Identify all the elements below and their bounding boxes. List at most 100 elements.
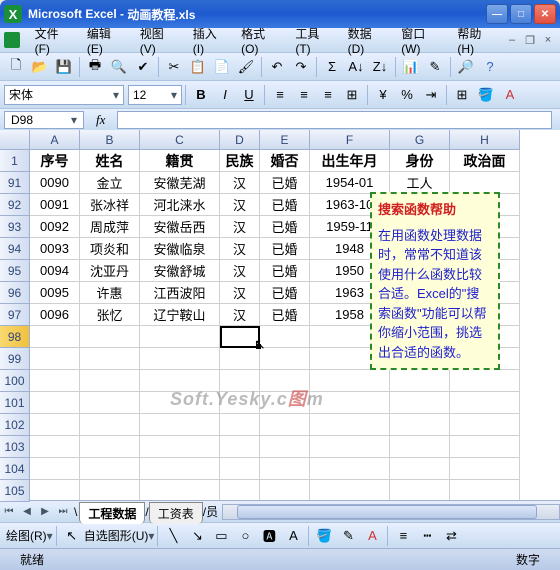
undo-icon[interactable]: ↶ — [266, 56, 288, 78]
format-painter-icon[interactable]: 🖌 — [235, 56, 257, 78]
cell[interactable]: 婚否 — [260, 150, 310, 172]
cell[interactable] — [140, 436, 220, 458]
cell[interactable] — [260, 480, 310, 500]
cell[interactable]: 安徽岳西 — [140, 216, 220, 238]
font-color-icon[interactable]: A — [499, 84, 521, 106]
cell[interactable]: 安徽芜湖 — [140, 172, 220, 194]
row-header[interactable]: 99 — [0, 348, 30, 370]
row-header[interactable]: 101 — [0, 392, 30, 414]
menu-tools[interactable]: 工具(T) — [289, 22, 339, 59]
doc-icon[interactable] — [4, 32, 20, 48]
cell[interactable]: 序号 — [30, 150, 80, 172]
open-icon[interactable]: 📂 — [29, 56, 51, 78]
cell[interactable] — [390, 370, 450, 392]
cell[interactable] — [30, 414, 80, 436]
line-style-icon[interactable]: ≡ — [392, 525, 414, 547]
cell[interactable]: 河北涞水 — [140, 194, 220, 216]
tab-nav-first[interactable]: ⏮ — [0, 504, 18, 520]
sum-icon[interactable]: Σ — [321, 56, 343, 78]
cell[interactable]: 张忆 — [80, 304, 140, 326]
cell[interactable] — [260, 326, 310, 348]
cell[interactable] — [220, 480, 260, 500]
cell[interactable]: 已婚 — [260, 216, 310, 238]
new-icon[interactable]: 🗋 — [5, 56, 27, 78]
cell[interactable] — [390, 392, 450, 414]
tab-nav-last[interactable]: ⏭ — [54, 504, 72, 520]
cell[interactable] — [450, 480, 520, 500]
cell[interactable] — [450, 414, 520, 436]
cell[interactable]: 江西波阳 — [140, 282, 220, 304]
cell[interactable] — [80, 480, 140, 500]
tab-nav-next[interactable]: ▶ — [36, 504, 54, 520]
cell[interactable]: 汉 — [220, 216, 260, 238]
dash-style-icon[interactable]: ┅ — [416, 525, 438, 547]
cell[interactable] — [80, 326, 140, 348]
font-color-icon2[interactable]: A — [361, 525, 383, 547]
currency-icon[interactable]: ¥ — [372, 84, 394, 106]
copy-icon[interactable]: 📋 — [187, 56, 209, 78]
col-header[interactable]: C — [140, 130, 220, 150]
cell[interactable]: 汉 — [220, 194, 260, 216]
help-icon[interactable]: ? — [479, 56, 501, 78]
cell[interactable]: 0090 — [30, 172, 80, 194]
bold-icon[interactable]: B — [190, 84, 212, 106]
menu-window[interactable]: 窗口(W) — [395, 22, 449, 59]
cell[interactable]: 张冰祥 — [80, 194, 140, 216]
cell[interactable]: 民族 — [220, 150, 260, 172]
cell[interactable]: 安徽舒城 — [140, 260, 220, 282]
row-header[interactable]: 93 — [0, 216, 30, 238]
draw-menu[interactable]: 绘图(R) — [6, 527, 47, 544]
oval-icon[interactable]: ○ — [234, 525, 256, 547]
cell[interactable]: 0091 — [30, 194, 80, 216]
menu-insert[interactable]: 插入(I) — [187, 22, 233, 59]
cell[interactable]: 已婚 — [260, 304, 310, 326]
menu-data[interactable]: 数据(D) — [342, 22, 394, 59]
doc-close-button[interactable]: × — [540, 33, 556, 47]
cell[interactable]: 沈亚丹 — [80, 260, 140, 282]
cell[interactable] — [390, 414, 450, 436]
col-header[interactable]: E — [260, 130, 310, 150]
row-header[interactable]: 1 — [0, 150, 30, 172]
menu-edit[interactable]: 编辑(E) — [81, 22, 132, 59]
paste-icon[interactable]: 📄 — [211, 56, 233, 78]
cell[interactable] — [220, 458, 260, 480]
row-header[interactable]: 92 — [0, 194, 30, 216]
cell[interactable] — [220, 326, 260, 348]
cell[interactable]: 安徽临泉 — [140, 238, 220, 260]
row-header[interactable]: 103 — [0, 436, 30, 458]
cut-icon[interactable]: ✂ — [163, 56, 185, 78]
sheet-tab-other[interactable]: 工资表 — [149, 502, 203, 524]
horizontal-scrollbar[interactable] — [222, 504, 560, 520]
cell[interactable]: 0092 — [30, 216, 80, 238]
menu-format[interactable]: 格式(O) — [235, 22, 287, 59]
cell[interactable] — [310, 480, 390, 500]
col-header[interactable]: F — [310, 130, 390, 150]
borders-icon[interactable]: ⊞ — [451, 84, 473, 106]
sort-desc-icon[interactable]: Z↓ — [369, 56, 391, 78]
cell[interactable] — [80, 436, 140, 458]
row-header[interactable]: 100 — [0, 370, 30, 392]
row-header[interactable]: 104 — [0, 458, 30, 480]
cell[interactable] — [80, 392, 140, 414]
font-size-select[interactable]: 12▾ — [128, 85, 182, 105]
cell[interactable] — [80, 370, 140, 392]
save-icon[interactable]: 💾 — [53, 56, 75, 78]
cell[interactable]: 工人 — [390, 172, 450, 194]
cell[interactable] — [140, 458, 220, 480]
cell[interactable]: 0095 — [30, 282, 80, 304]
cell[interactable]: 已婚 — [260, 172, 310, 194]
cell[interactable] — [310, 414, 390, 436]
row-header[interactable]: 96 — [0, 282, 30, 304]
preview-icon[interactable]: 🔍 — [108, 56, 130, 78]
row-header[interactable]: 94 — [0, 238, 30, 260]
sort-asc-icon[interactable]: A↓ — [345, 56, 367, 78]
cell[interactable] — [140, 326, 220, 348]
cell[interactable]: 0094 — [30, 260, 80, 282]
fill-color-icon[interactable]: 🪣 — [475, 84, 497, 106]
cell[interactable] — [310, 436, 390, 458]
cell[interactable] — [450, 436, 520, 458]
menu-help[interactable]: 帮助(H) — [451, 22, 503, 59]
close-button[interactable]: ✕ — [534, 4, 556, 24]
spell-icon[interactable]: ✔ — [132, 56, 154, 78]
cell[interactable] — [450, 392, 520, 414]
